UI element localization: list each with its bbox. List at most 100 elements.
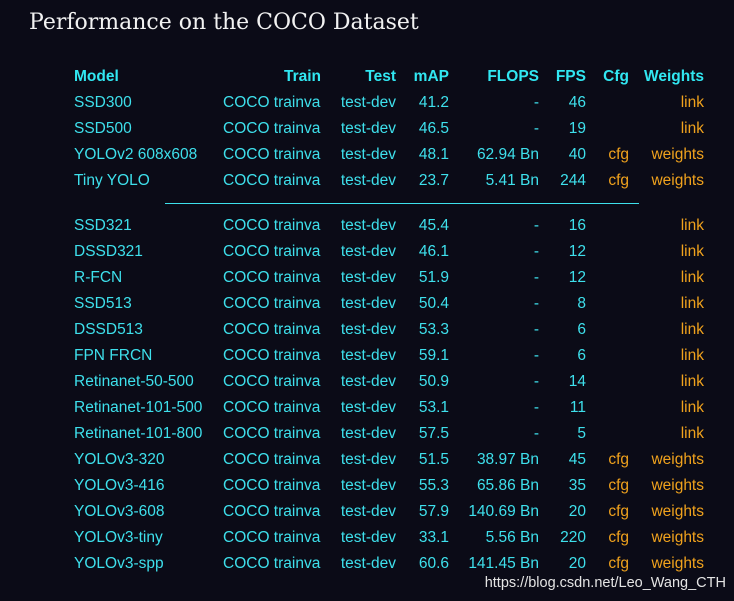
cell-model: FPN FRCN — [74, 347, 153, 364]
cell-fps: 220 — [560, 529, 586, 546]
separator-row — [74, 194, 704, 213]
table-row: SSD300 COCO trainval test-dev 41.2 - 46 link — [74, 90, 704, 116]
cell-train: COCO trainval — [223, 477, 321, 494]
table-group-1: SSD300 COCO trainval test-dev 41.2-46 link SS… — [74, 90, 704, 194]
table-row: SSD500 COCO trainval test-dev 46.5 - 19 link — [74, 116, 704, 142]
weights-link[interactable]: link — [629, 291, 704, 317]
cell-test: test-dev — [340, 347, 396, 364]
cell-flops: 140.69 Bn — [468, 503, 539, 520]
cell-model: YOLOv2 608x608 — [74, 146, 198, 163]
weights-link[interactable]: link — [629, 90, 704, 116]
cell-test: test-dev — [340, 295, 396, 312]
weights-link[interactable]: link — [629, 343, 704, 369]
cfg-link — [586, 116, 629, 142]
weights-link[interactable]: weights — [629, 142, 704, 168]
watermark: https://blog.csdn.net/Leo_Wang_CTH — [484, 575, 726, 591]
cell-fps: 8 — [577, 295, 586, 312]
cell-map: 48.1 — [418, 146, 449, 163]
page-title: Performance on the COCO Dataset — [29, 10, 419, 35]
weights-link[interactable]: link — [629, 421, 704, 447]
cfg-link[interactable]: cfg — [586, 473, 629, 499]
cell-fps: 244 — [560, 172, 586, 189]
column-header-train: Train — [283, 68, 321, 85]
cfg-link[interactable]: cfg — [586, 525, 629, 551]
column-header-flops: FLOPS — [487, 68, 539, 85]
cell-model: R-FCN — [74, 269, 123, 286]
cell-test: test-dev — [340, 529, 396, 546]
cfg-link[interactable]: cfg — [586, 499, 629, 525]
cell-train: COCO trainval — [223, 529, 321, 546]
table-group-2: SSD321 COCO trainval test-dev 45.4-16 link DS… — [74, 213, 704, 577]
results-table: Model Train Test mAP FLOPS FPS Cfg Weigh… — [74, 64, 704, 577]
weights-link[interactable]: link — [629, 239, 704, 265]
table-row: SSD321 COCO trainval test-dev 45.4 - 16 link — [74, 213, 704, 239]
cell-map: 41.2 — [418, 94, 449, 111]
cell-model: YOLOv3-320 — [74, 451, 165, 468]
cell-test: test-dev — [340, 399, 396, 416]
cfg-link — [586, 239, 629, 265]
cell-model: YOLOv3-416 — [74, 477, 165, 494]
column-header-weights: Weights — [644, 68, 704, 85]
cell-test: test-dev — [340, 120, 396, 137]
cell-flops: - — [533, 347, 539, 364]
cell-map: 50.4 — [418, 295, 449, 312]
weights-link[interactable]: weights — [629, 447, 704, 473]
cfg-link[interactable]: cfg — [586, 168, 629, 194]
table-row: Retinanet-101-800 COCO trainval test-dev 57… — [74, 421, 704, 447]
weights-link[interactable]: weights — [629, 551, 704, 577]
separator-line — [165, 203, 639, 204]
cell-flops: - — [533, 425, 539, 442]
cell-flops: 5.56 Bn — [485, 529, 539, 546]
column-header-fps: FPS — [555, 68, 586, 85]
cell-model: SSD513 — [74, 295, 132, 312]
cell-flops: - — [533, 269, 539, 286]
weights-link[interactable]: weights — [629, 499, 704, 525]
table-row: YOLOv3-416 COCO trainval test-dev 55.3 65.86… — [74, 473, 704, 499]
cell-test: test-dev — [340, 217, 396, 234]
cfg-link[interactable]: cfg — [586, 551, 629, 577]
table-row: R-FCN COCO trainval test-dev 51.9 - 12 link — [74, 265, 704, 291]
cell-test: test-dev — [340, 146, 396, 163]
cell-flops: 141.45 Bn — [468, 555, 539, 572]
weights-link[interactable]: weights — [629, 168, 704, 194]
weights-link[interactable]: link — [629, 116, 704, 142]
cell-train: COCO trainval — [223, 94, 321, 111]
weights-link[interactable]: link — [629, 395, 704, 421]
cell-flops: 5.41 Bn — [485, 172, 539, 189]
cell-flops: - — [533, 321, 539, 338]
table-row: DSSD513 COCO trainval test-dev 53.3 - 6 link — [74, 317, 704, 343]
weights-link[interactable]: link — [629, 265, 704, 291]
weights-link[interactable]: weights — [629, 525, 704, 551]
cell-train: COCO trainval — [223, 373, 321, 390]
cell-test: test-dev — [340, 94, 396, 111]
table-row: Retinanet-101-500 COCO trainval test-dev 53… — [74, 395, 704, 421]
cell-map: 50.9 — [418, 373, 449, 390]
cell-model: Tiny YOLO — [74, 172, 150, 189]
cell-model: Retinanet-50-500 — [74, 373, 194, 390]
cell-fps: 14 — [568, 373, 586, 390]
column-header-test: Test — [365, 68, 396, 85]
cell-train: COCO trainval — [223, 295, 321, 312]
cell-train: COCO trainval — [223, 146, 321, 163]
cell-test: test-dev — [340, 373, 396, 390]
cell-map: 60.6 — [418, 555, 449, 572]
cfg-link[interactable]: cfg — [586, 142, 629, 168]
cell-flops: - — [533, 399, 539, 416]
cfg-link — [586, 421, 629, 447]
cell-map: 51.9 — [418, 269, 449, 286]
weights-link[interactable]: link — [629, 317, 704, 343]
weights-link[interactable]: link — [629, 369, 704, 395]
cell-model: SSD500 — [74, 120, 132, 137]
cell-train: COCO trainval — [223, 217, 321, 234]
cell-test: test-dev — [340, 451, 396, 468]
cfg-link[interactable]: cfg — [586, 447, 629, 473]
cell-train: COCO trainval — [223, 399, 321, 416]
cell-model: YOLOv3-spp — [74, 555, 164, 572]
table-row: Retinanet-50-500 COCO trainval test-dev 50.… — [74, 369, 704, 395]
column-header-model: Model — [74, 68, 119, 85]
cfg-link — [586, 265, 629, 291]
table-row: YOLOv3-608 COCO trainval test-dev 57.9 140.6… — [74, 499, 704, 525]
cell-fps: 19 — [568, 120, 586, 137]
weights-link[interactable]: link — [629, 213, 704, 239]
weights-link[interactable]: weights — [629, 473, 704, 499]
